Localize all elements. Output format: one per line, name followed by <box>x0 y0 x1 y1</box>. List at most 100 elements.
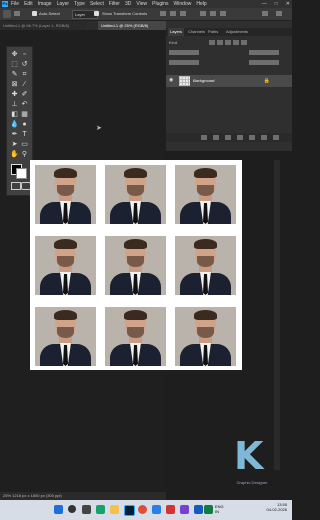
delete-layer-icon[interactable] <box>273 135 279 140</box>
artboard-tool-icon[interactable]: ▫ <box>20 50 29 59</box>
filter-kind-label[interactable]: Kind <box>169 40 177 45</box>
pen-tool-icon[interactable]: ✒ <box>10 130 19 139</box>
close-button[interactable]: ✕ <box>286 0 290 8</box>
menu-help[interactable]: Help <box>196 0 206 8</box>
zoom-tool-icon[interactable]: ⚲ <box>20 150 29 159</box>
quick-select-tool-icon[interactable]: ✎ <box>10 70 19 79</box>
tab-paths[interactable]: Paths <box>208 28 218 36</box>
menu-window[interactable]: Window <box>174 0 192 8</box>
edge-icon[interactable] <box>96 505 105 514</box>
menu-filter[interactable]: Filter <box>109 0 120 8</box>
layer-row-background[interactable]: ◉ Background 🔒 <box>166 75 292 87</box>
clone-stamp-tool-icon[interactable]: ⊥ <box>10 100 19 109</box>
move-tool-preset-icon[interactable] <box>3 10 11 18</box>
visibility-eye-icon[interactable]: ◉ <box>169 78 175 83</box>
word-icon[interactable] <box>194 505 203 514</box>
menu-type[interactable]: Type <box>74 0 85 8</box>
align-bottom-icon[interactable] <box>220 11 226 16</box>
layer-style-icon[interactable] <box>213 135 219 140</box>
start-icon[interactable] <box>54 505 63 514</box>
workspace-icon[interactable] <box>276 11 282 16</box>
marquee-tool-icon[interactable]: ⬚ <box>10 60 19 69</box>
new-layer-icon[interactable] <box>261 135 267 140</box>
filter-adjustment-icon[interactable] <box>217 40 223 45</box>
gradient-tool-icon[interactable]: ▦ <box>20 110 29 119</box>
eyedropper-tool-icon[interactable]: ⁄ <box>20 80 29 89</box>
cursor-icon: ➤ <box>96 125 102 132</box>
align-center-icon[interactable] <box>170 11 176 16</box>
show-transform-checkbox[interactable] <box>94 11 99 16</box>
align-right-icon[interactable] <box>180 11 186 16</box>
healing-brush-tool-icon[interactable]: ✚ <box>10 90 19 99</box>
eraser-tool-icon[interactable]: ◧ <box>10 110 19 119</box>
canvas-photo-sheet[interactable] <box>30 160 242 370</box>
language-text: ENG IN <box>215 504 224 514</box>
align-middle-icon[interactable] <box>210 11 216 16</box>
lock-options[interactable] <box>169 60 199 65</box>
folder-icon[interactable] <box>110 505 119 514</box>
menu-edit[interactable]: Edit <box>24 0 33 8</box>
tab-document-1[interactable]: Untitled-1 @ 66.7% (Layer 1, RGB/8) <box>0 21 86 30</box>
chrome-icon[interactable] <box>138 505 147 514</box>
path-selection-tool-icon[interactable]: ➤ <box>10 140 19 149</box>
vertical-scrollbar[interactable] <box>274 160 280 470</box>
hand-tool-icon[interactable]: ✋ <box>10 150 19 159</box>
filter-pixel-icon[interactable] <box>209 40 215 45</box>
auto-select-checkbox[interactable] <box>32 11 37 16</box>
history-brush-tool-icon[interactable]: ↶ <box>20 100 29 109</box>
blur-tool-icon[interactable]: 💧 <box>10 120 19 129</box>
menu-file[interactable]: File <box>11 0 19 8</box>
move-tool-icon[interactable]: ✥ <box>10 50 19 59</box>
brush-tool-icon[interactable]: ✐ <box>20 90 29 99</box>
align-left-icon[interactable] <box>160 11 166 16</box>
panel-tabs: Layers Channels Paths Adjustments <box>166 28 292 36</box>
excel-icon[interactable] <box>204 505 213 514</box>
rectangle-tool-icon[interactable]: ▭ <box>20 140 29 149</box>
filter-smart-object-icon[interactable] <box>241 40 247 45</box>
minimize-button[interactable]: — <box>262 0 267 8</box>
system-clock[interactable]: 13:55 04-02-2026 <box>267 502 287 512</box>
filter-shape-icon[interactable] <box>233 40 239 45</box>
menu-view[interactable]: View <box>136 0 147 8</box>
photoshop-logo[interactable]: Ps <box>2 1 8 7</box>
opacity-field[interactable] <box>249 50 279 55</box>
fill-field[interactable] <box>249 60 279 65</box>
crop-tool-icon[interactable]: ⌗ <box>20 70 29 79</box>
add-mask-icon[interactable] <box>225 135 231 140</box>
new-group-icon[interactable] <box>249 135 255 140</box>
link-layers-icon[interactable] <box>201 135 207 140</box>
tab-channels[interactable]: Channels <box>188 28 205 36</box>
menu-image[interactable]: Image <box>38 0 52 8</box>
photoshop-icon[interactable] <box>124 505 135 516</box>
dodge-tool-icon[interactable]: ● <box>20 120 29 129</box>
home-icon[interactable] <box>14 11 20 16</box>
quick-mask-icon[interactable] <box>11 182 21 190</box>
blend-mode-dropdown[interactable] <box>169 50 199 55</box>
menu-3d[interactable]: 3D <box>125 0 131 8</box>
lock-row <box>169 59 287 66</box>
language-indicator[interactable]: ENG IN <box>215 504 224 514</box>
tab-document-2[interactable]: Untitled-1 @ 25% (RGB/8) <box>98 21 166 30</box>
tab-layers[interactable]: Layers <box>168 28 185 36</box>
menu-plugins[interactable]: Plugins <box>152 0 168 8</box>
background-color-swatch[interactable] <box>16 168 27 179</box>
media-icon[interactable] <box>180 505 189 514</box>
tab-adjustments[interactable]: Adjustments <box>226 28 248 36</box>
menu-select[interactable]: Select <box>90 0 104 8</box>
mail-icon[interactable] <box>166 505 175 514</box>
type-tool-icon[interactable]: T <box>20 130 29 139</box>
menu-layer[interactable]: Layer <box>57 0 70 8</box>
watermark-letter: K <box>234 434 264 478</box>
align-top-icon[interactable] <box>200 11 206 16</box>
frame-tool-icon[interactable]: ⊠ <box>10 80 19 89</box>
layer-thumbnail <box>179 76 190 86</box>
maximize-button[interactable]: □ <box>275 0 278 8</box>
filter-type-icon[interactable] <box>225 40 231 45</box>
search-icon[interactable] <box>262 11 268 16</box>
store-icon[interactable] <box>152 505 161 514</box>
clock-date: 04-02-2026 <box>266 507 287 512</box>
search-icon[interactable] <box>68 505 76 513</box>
task-view-icon[interactable] <box>82 505 91 514</box>
new-adjustment-icon[interactable] <box>237 135 243 140</box>
lasso-tool-icon[interactable]: ↺ <box>20 60 29 69</box>
